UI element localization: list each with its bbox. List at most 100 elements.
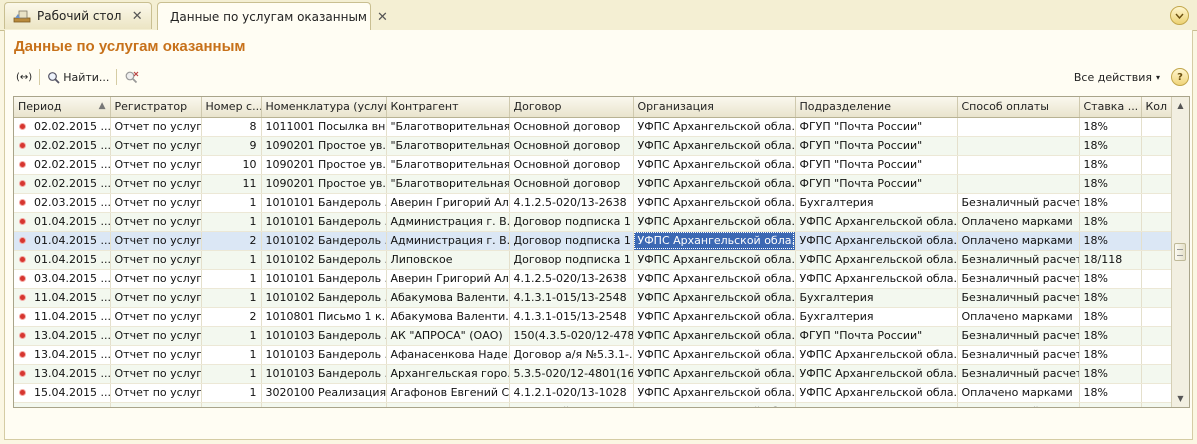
table-cell[interactable]: 1 (201, 383, 262, 403)
table-cell[interactable]: Отчет по услуг... (110, 117, 202, 137)
table-cell[interactable]: Основной договор (509, 136, 634, 156)
table-cell[interactable]: УФПС Архангельской обла... (633, 136, 796, 156)
table-cell[interactable] (957, 117, 1080, 137)
table-row[interactable]: 01.04.2015 ... Отчет по услуг... 1 1010101 … (14, 212, 1173, 232)
table-cell[interactable]: УФПС Архангельской обла... (633, 174, 796, 194)
table-cell[interactable]: АК "АПРОСА" (ОАО) (386, 326, 510, 346)
table-cell[interactable]: 1010801 Письмо 1 к... (261, 307, 387, 327)
table-cell[interactable]: Оплачено марками (957, 212, 1080, 232)
table-cell[interactable]: Аверин Григорий Ал... (386, 269, 510, 289)
all-actions-button[interactable]: Все действия ▾ (1071, 67, 1163, 87)
table-cell[interactable]: 18% (1079, 269, 1142, 289)
table-cell[interactable]: "Благотворительная... (386, 402, 510, 407)
table-cell[interactable]: 150(4.3.5-020/12-4784) (509, 326, 634, 346)
table-cell[interactable]: 1010102 Бандероль ... (261, 288, 387, 308)
table-cell[interactable]: 1090201 Простое ув... (261, 155, 387, 175)
table-cell[interactable] (957, 136, 1080, 156)
table-cell[interactable] (1141, 193, 1173, 213)
table-cell[interactable]: 18% (1079, 345, 1142, 365)
table-cell[interactable]: 1 (201, 193, 262, 213)
table-row[interactable]: 01.04.2015 ... Отчет по услуг... 1 1010102 … (14, 250, 1173, 270)
table-cell[interactable]: 4.1.2.5-020/13-2638 (509, 269, 634, 289)
table-cell[interactable]: 4.1.2.5-020/13-2638 (509, 193, 634, 213)
table-cell[interactable]: 11.04.2015 ... (14, 307, 111, 327)
table-cell[interactable]: 10 (201, 155, 262, 175)
table-cell[interactable]: 13.04.2015 ... (14, 345, 111, 365)
table-cell[interactable]: ФГУП "Почта России" (795, 402, 958, 407)
column-header[interactable]: Номенклатура (услуга) (261, 97, 387, 118)
table-cell[interactable]: 1 (201, 212, 262, 232)
table-cell[interactable]: Абакумова Валенти... (386, 307, 510, 327)
table-row[interactable]: 13.04.2015 ... Отчет по услуг... 1 1010103 … (14, 345, 1173, 365)
table-cell[interactable]: Отчет по услуг... (110, 269, 202, 289)
table-cell[interactable]: УФПС Архангельской обла... (633, 193, 796, 213)
table-cell[interactable]: "Благотворительная... (386, 136, 510, 156)
table-cell[interactable]: 5.3.5-020/12-4801(16... (509, 364, 634, 384)
column-header[interactable]: Номер с... (201, 97, 262, 118)
table-cell[interactable]: 13.04.2015 ... (14, 326, 111, 346)
table-cell[interactable] (1141, 269, 1173, 289)
table-cell[interactable]: 02.02.2015 ... (14, 155, 111, 175)
column-header[interactable]: Организация (633, 97, 796, 118)
table-cell[interactable]: УФПС Архангельской обла... (795, 250, 958, 270)
table-cell[interactable]: УФПС Архангельской обла... (795, 231, 958, 251)
table-cell[interactable]: 03.04.2015 ... (14, 269, 111, 289)
table-cell[interactable]: Администрация г. В... (386, 212, 510, 232)
table-cell[interactable]: Отчет по услуг... (110, 212, 202, 232)
table-cell[interactable]: УФПС Архангельской обла... (633, 269, 796, 289)
column-header[interactable]: Подразделение (795, 97, 958, 118)
table-row[interactable]: 13.04.2015 ... Отчет по услуг... 1 1010103 … (14, 326, 1173, 346)
table-cell[interactable]: УФПС Архангельской обла... (633, 155, 796, 175)
table-row[interactable]: 01.04.2015 ... Отчет по услуг... 2 1010102 … (14, 231, 1173, 251)
table-cell[interactable]: Основной договор (509, 174, 634, 194)
table-row[interactable]: 02.02.2015 ... Отчет по услуг... 10 1090201… (14, 155, 1173, 175)
table-cell[interactable]: 02.03.2015 ... (14, 193, 111, 213)
table-cell[interactable]: Безналичный расчет (957, 269, 1080, 289)
table-cell[interactable]: УФПС Архангельской обла... (633, 288, 796, 308)
table-cell[interactable]: УФПС Архангельской обла... (633, 307, 796, 327)
table-cell[interactable]: 1090201 Простое ув... (261, 402, 387, 407)
table-cell[interactable]: 1010102 Бандероль ... (261, 231, 387, 251)
data-grid[interactable]: Период ▲ Регистратор Номер с... Номенклатура… (13, 96, 1190, 408)
table-cell[interactable]: Безналичный расчет (957, 364, 1080, 384)
table-cell[interactable]: 1 (201, 250, 262, 270)
table-cell[interactable]: 18% (1079, 402, 1142, 407)
table-cell[interactable]: Оплачено марками (957, 307, 1080, 327)
table-cell[interactable]: 1010102 Бандероль ... (261, 250, 387, 270)
table-cell[interactable] (1141, 326, 1173, 346)
table-cell[interactable]: 8 (201, 117, 262, 137)
table-cell[interactable] (1141, 383, 1173, 403)
table-cell[interactable]: УФПС Архангельской обла... (795, 364, 958, 384)
table-cell[interactable]: 18/118 (1079, 250, 1142, 270)
table-cell[interactable]: Отчет по услуг... (110, 174, 202, 194)
vertical-scrollbar[interactable]: ▲ ▼ (1171, 97, 1189, 407)
table-cell[interactable]: Безналичный расчет (957, 288, 1080, 308)
table-row[interactable]: 11.04.2015 ... Отчет по услуг... 2 1010801 … (14, 307, 1173, 327)
table-cell[interactable]: 02.02.2015 ... (14, 136, 111, 156)
table-cell[interactable]: ФГУП "Почта России" (795, 326, 958, 346)
table-cell[interactable] (1141, 364, 1173, 384)
table-cell[interactable]: УФПС Архангельской обла... (795, 383, 958, 403)
table-cell[interactable]: Безналичный расчет (957, 193, 1080, 213)
table-cell[interactable] (1141, 307, 1173, 327)
table-cell[interactable] (1141, 136, 1173, 156)
table-cell[interactable]: Бухгалтерия (795, 307, 958, 327)
column-header[interactable]: Ставка ... (1079, 97, 1142, 118)
table-cell[interactable]: 1 (201, 402, 262, 407)
table-cell[interactable]: 18% (1079, 364, 1142, 384)
column-header[interactable]: Период ▲ (14, 97, 111, 118)
table-cell[interactable]: 18% (1079, 288, 1142, 308)
table-cell[interactable]: УФПС Архангельской обла... (633, 364, 796, 384)
tab-desktop[interactable]: Рабочий стол ✕ (4, 2, 152, 29)
table-cell[interactable]: 18% (1079, 193, 1142, 213)
column-header[interactable]: Кол (1141, 97, 1173, 118)
table-row[interactable]: 02.02.2015 ... Отчет по услуг... 8 1011001 … (14, 117, 1173, 137)
table-cell[interactable]: 15.04.2015 ... (14, 383, 111, 403)
table-cell[interactable]: "Благотворительная... (386, 117, 510, 137)
table-cell[interactable]: 1010101 Бандероль ... (261, 212, 387, 232)
table-cell[interactable]: Безналичный расчет (957, 345, 1080, 365)
table-cell[interactable]: 11 (201, 174, 262, 194)
table-cell[interactable]: Аверин Григорий Ал... (386, 193, 510, 213)
table-row[interactable]: 02.02.2015 ... Отчет по услуг... 9 1090201 … (14, 136, 1173, 156)
scroll-thumb[interactable] (1174, 243, 1186, 261)
